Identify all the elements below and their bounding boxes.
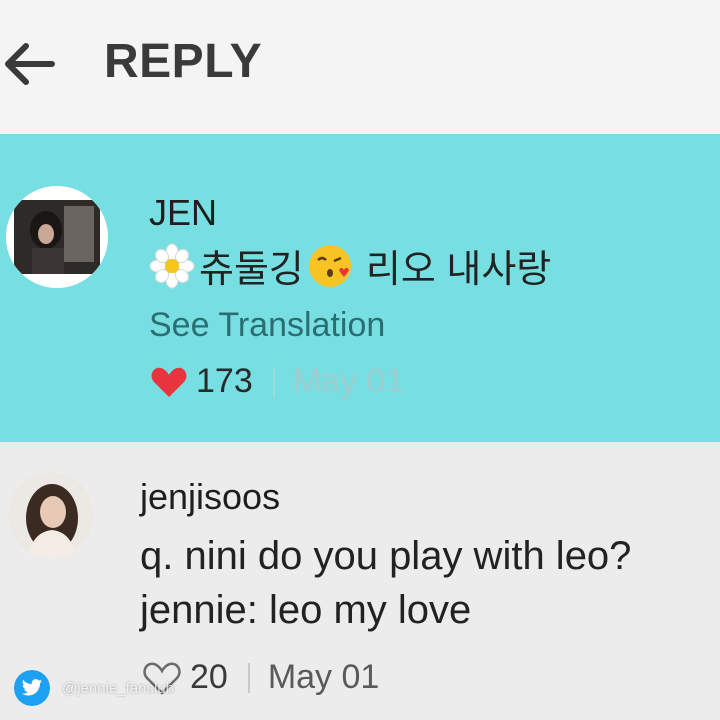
back-button[interactable] bbox=[0, 36, 60, 92]
comment-date: May 01 bbox=[267, 658, 380, 696]
comment-meta: 173 May 01 bbox=[150, 362, 404, 401]
original-comment[interactable]: JEN 츄둘깅 리오 내사랑 See Translation 173 May 0… bbox=[0, 134, 720, 442]
username[interactable]: jenjisoos bbox=[140, 476, 280, 518]
twitter-badge bbox=[14, 670, 50, 706]
comment-text-line-1: q. nini do you play with leo? bbox=[140, 534, 632, 578]
see-translation-link[interactable]: See Translation bbox=[149, 306, 385, 345]
avatar[interactable] bbox=[6, 186, 108, 288]
flower-icon bbox=[149, 243, 195, 288]
heart-filled-icon[interactable] bbox=[150, 365, 188, 399]
username[interactable]: JEN bbox=[149, 192, 217, 234]
like-count: 20 bbox=[190, 658, 228, 696]
avatar[interactable] bbox=[8, 472, 94, 558]
kissing-face-icon bbox=[308, 244, 351, 287]
comment-text-line-2: jennie: leo my love bbox=[140, 588, 472, 632]
comment-date: May 01 bbox=[292, 362, 405, 400]
arrow-left-icon bbox=[5, 43, 55, 85]
comment-text-part-1: 츄둘깅 bbox=[199, 249, 304, 291]
avatar-photo bbox=[6, 186, 108, 288]
reply-comment[interactable]: jenjisoos q. nini do you play with leo? … bbox=[0, 442, 720, 720]
twitter-bird-icon bbox=[21, 679, 43, 696]
watermark-text: @jennie_fanclub bbox=[62, 680, 174, 697]
divider bbox=[272, 366, 275, 397]
page-title: REPLY bbox=[104, 35, 263, 88]
like-count: 173 bbox=[196, 362, 253, 400]
comment-meta: 20 May 01 bbox=[142, 658, 379, 697]
divider bbox=[247, 662, 250, 693]
avatar-photo bbox=[8, 472, 94, 558]
comment-text-part-2: 리오 내사랑 bbox=[365, 249, 552, 291]
comment-text: 츄둘깅 리오 내사랑 bbox=[149, 238, 551, 293]
top-bar: REPLY bbox=[0, 0, 720, 134]
